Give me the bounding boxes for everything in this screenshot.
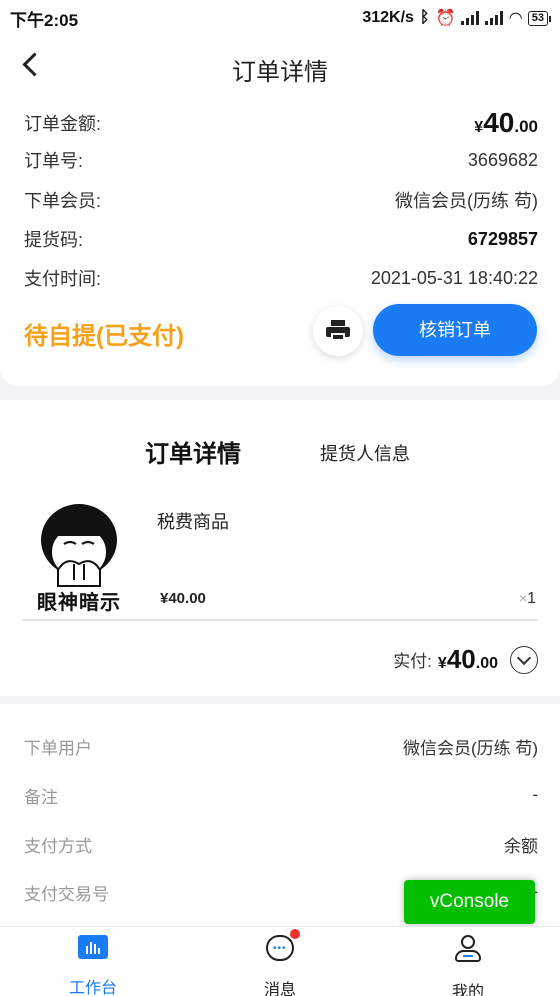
order-member-value: 微信会员(历练 苟) — [395, 191, 538, 211]
nav-item-label: 消息 — [263, 982, 296, 996]
product-price: ¥40.00 — [160, 590, 206, 607]
order-detail-section: 订单详情 提货人信息 眼神暗示 税费商品 ¥40.00 ×1 实付: ¥40.0… — [0, 400, 560, 696]
user-info-key: 支付方式 — [24, 836, 92, 856]
product-name: 税费商品 — [157, 512, 229, 532]
product-image-illustration — [41, 504, 117, 587]
user-info-value: - — [532, 785, 538, 804]
product-image-caption: 眼神暗示 — [37, 592, 121, 614]
verify-order-button[interactable]: 核销订单 — [373, 304, 537, 356]
status-icons: 312K/s ᛒ ⏰ ◠ 53 — [362, 8, 552, 28]
user-info-key: 支付交易号 — [24, 884, 109, 904]
network-speed: 312K/s — [362, 9, 414, 26]
order-member-label: 下单会员: — [24, 191, 102, 211]
bluetooth-icon: ᛒ — [419, 9, 430, 26]
user-info-row: 下单用户 微信会员(历练 苟) — [24, 731, 538, 761]
bottom-nav: 工作台 ••• 消息 我的 — [0, 926, 560, 996]
user-info-value: 微信会员(历练 苟) — [402, 738, 538, 758]
user-info-key: 下单用户 — [24, 738, 92, 758]
battery-icon: 53 — [527, 10, 552, 26]
alarm-icon: ⏰ — [435, 10, 456, 27]
user-info-value: 余额 — [504, 836, 538, 856]
pay-time-value: 2021-05-31 18:40:22 — [370, 267, 538, 288]
order-number-value: 3669682 — [467, 149, 538, 170]
order-amount-label: 订单金额: — [24, 114, 102, 134]
nav-item-label: 工作台 — [68, 980, 117, 996]
order-info-card: 订单金额: ¥40.00 订单号: 3669682 下单会员: 微信会员(历练 … — [0, 96, 560, 386]
notification-badge — [290, 929, 300, 939]
pickup-code-label: 提货码: — [24, 230, 84, 250]
order-status: 待自提(已支付) — [24, 323, 184, 350]
pickup-code-row: 提货码: 6729857 — [24, 224, 538, 254]
order-member-row: 下单会员: 微信会员(历练 苟) — [24, 185, 538, 215]
nav-item-label: 我的 — [451, 984, 484, 996]
tab-order-detail-label: 订单详情 — [145, 441, 241, 468]
tab-active-underline — [145, 468, 241, 473]
paid-label: 实付: — [393, 652, 432, 671]
nav-item-me[interactable]: 我的 — [418, 935, 518, 996]
product-image: 眼神暗示 — [24, 500, 134, 615]
nav-item-workbench[interactable]: 工作台 — [43, 935, 143, 996]
print-button[interactable] — [313, 306, 363, 356]
order-number-row: 订单号: 3669682 — [24, 145, 538, 175]
signal-icon — [461, 11, 480, 25]
product-quantity: ×1 — [518, 590, 536, 607]
printer-icon — [326, 320, 350, 342]
expand-chevron-icon[interactable] — [510, 645, 538, 674]
order-amount-value: ¥40.00 — [474, 107, 538, 138]
signal-icon-2 — [485, 11, 504, 25]
pay-time-row: 支付时间: 2021-05-31 18:40:22 — [24, 263, 538, 293]
vconsole-button[interactable]: vConsole — [404, 880, 535, 924]
tab-order-detail[interactable]: 订单详情 — [145, 434, 241, 473]
message-icon: ••• — [266, 929, 300, 961]
user-info-row: 支付方式 余额 — [24, 829, 538, 859]
user-icon — [453, 935, 483, 963]
order-amount-row: 订单金额: ¥40.00 — [24, 107, 538, 138]
wifi-icon: ◠ — [509, 10, 522, 27]
header: 订单详情 — [0, 36, 560, 96]
paid-amount-row: 实付: ¥40.00 — [393, 644, 538, 675]
chart-icon — [78, 935, 108, 959]
paid-amount-value: ¥40.00 — [437, 644, 498, 674]
pickup-code-value: 6729857 — [467, 228, 538, 249]
user-info-row: 备注 - — [24, 780, 538, 810]
nav-item-messages[interactable]: ••• 消息 — [230, 929, 330, 996]
order-number-label: 订单号: — [24, 151, 84, 171]
tab-pickup-person[interactable]: 提货人信息 — [320, 440, 410, 466]
status-time: 下午2:05 — [10, 10, 79, 30]
status-bar: 下午2:05 312K/s ᛒ ⏰ ◠ 53 — [0, 0, 560, 36]
page-title: 订单详情 — [232, 59, 328, 86]
divider — [22, 619, 538, 621]
pay-time-label: 支付时间: — [24, 269, 102, 289]
user-info-key: 备注 — [24, 787, 58, 807]
